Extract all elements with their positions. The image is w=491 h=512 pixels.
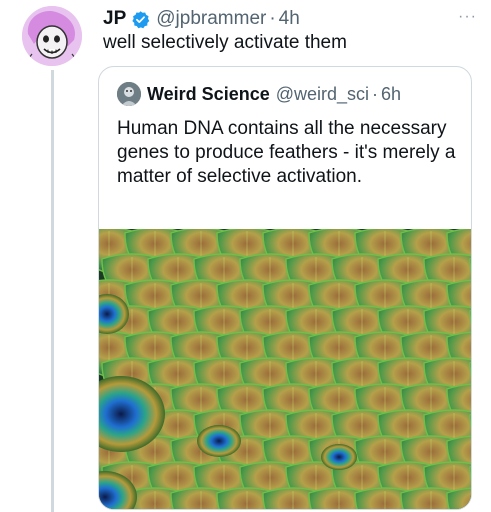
tweet-timestamp[interactable]: 4h: [279, 8, 300, 30]
more-options-icon[interactable]: ···: [458, 8, 477, 26]
author-handle[interactable]: @jpbrammer: [156, 8, 266, 30]
verified-badge-icon: [131, 10, 150, 29]
peacock-feathers-illustration: [99, 229, 471, 509]
quoted-tweet-text: Human DNA contains all the necessary gen…: [117, 118, 456, 187]
author-name[interactable]: JP: [103, 8, 126, 30]
quoted-author-name[interactable]: Weird Science: [147, 84, 270, 105]
separator: ·: [269, 8, 276, 29]
quoted-tweet-header: Weird Science @weird_sci · 6h: [117, 81, 401, 107]
separator: ·: [372, 83, 379, 104]
quoted-tweet-timestamp[interactable]: 6h: [381, 84, 401, 105]
quoted-author-handle[interactable]: @weird_sci: [276, 84, 369, 105]
tweet-header: JP @jpbrammer · 4h: [103, 6, 300, 32]
thread-line: [51, 70, 54, 512]
peacock-feathers-image[interactable]: [99, 229, 471, 509]
cartoon-skull-avatar-icon: [22, 6, 82, 66]
quoted-tweet-card[interactable]: Weird Science @weird_sci · 6h Human DNA …: [98, 66, 472, 510]
author-avatar[interactable]: [22, 6, 82, 66]
science-avatar-icon[interactable]: [117, 82, 141, 106]
feather-scale: [446, 487, 471, 509]
tweet-text: well selectively activate them: [103, 32, 347, 53]
